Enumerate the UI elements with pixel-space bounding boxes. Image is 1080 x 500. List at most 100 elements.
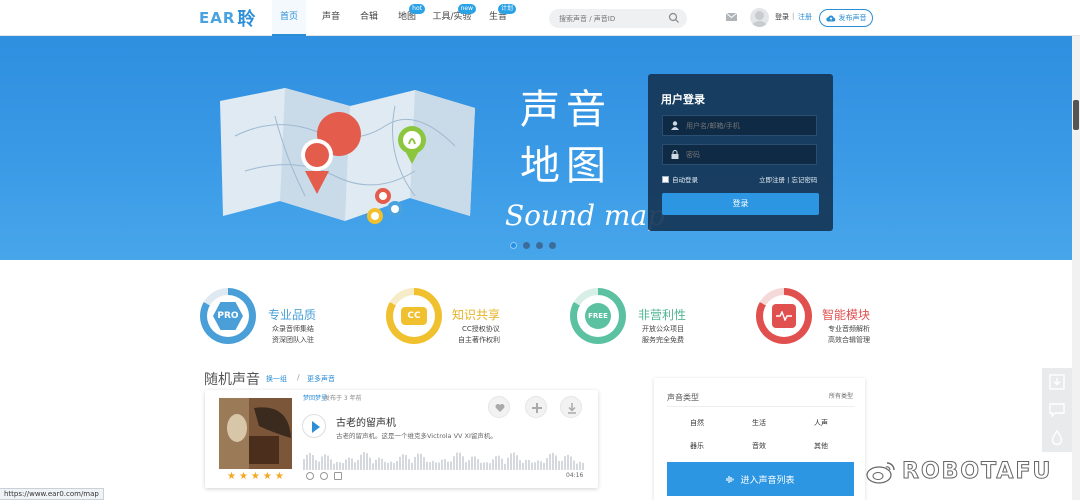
pulse-icon [776, 311, 792, 321]
username-input[interactable] [662, 115, 817, 136]
waveform-bar [501, 458, 503, 470]
watermark: ROBOTAFU [866, 459, 1052, 485]
waveform-bar [543, 462, 545, 470]
waveform-bar [429, 462, 431, 470]
lock-icon [671, 150, 679, 159]
feature-title: 知识共享 [452, 308, 501, 322]
type-item[interactable]: 其他 [814, 441, 828, 451]
waveform-bar [411, 462, 413, 470]
nav-map[interactable]: 地图 hot [388, 0, 426, 36]
new-badge: new [457, 4, 476, 14]
banner-title-line1: 声音 [520, 87, 612, 133]
waveform-bar [345, 459, 347, 470]
feature-line: 高效合辑管理 [828, 336, 870, 344]
info-icon[interactable] [306, 472, 314, 480]
type-item[interactable]: 器乐 [690, 441, 704, 451]
waveform-bar [534, 462, 536, 470]
type-item[interactable]: 音效 [752, 441, 766, 451]
waveform[interactable] [303, 450, 585, 470]
remember-me[interactable]: 自动登录 [662, 174, 698, 184]
mail-icon[interactable] [726, 13, 737, 21]
app-download-icon[interactable] [1049, 374, 1065, 390]
drop-icon[interactable] [1049, 430, 1065, 446]
carousel-dots [510, 242, 556, 249]
nav-label: 合辑 [359, 12, 378, 22]
waveform-bar [513, 452, 515, 470]
carousel-dot[interactable] [549, 242, 556, 249]
waveform-bar [366, 453, 368, 470]
sound-title[interactable]: 古老的留声机 [336, 414, 396, 429]
logo-cn: 聆 [237, 9, 256, 30]
banner-title: 声音 地图 [520, 88, 630, 188]
sound-cover-image[interactable] [219, 398, 292, 469]
slash-separator: / [297, 373, 300, 382]
refresh-link[interactable]: 换一组 [266, 374, 287, 384]
user-icon [671, 121, 679, 130]
waveform-bar [444, 459, 446, 470]
feedback-icon[interactable] [1049, 402, 1065, 418]
play-button[interactable] [302, 414, 326, 438]
scrollbar-thumb[interactable] [1073, 100, 1079, 130]
waveform-bar [408, 459, 410, 470]
password-input[interactable] [662, 144, 817, 165]
waveform-bar [489, 463, 491, 470]
register-link[interactable]: 注册 [798, 12, 812, 22]
carousel-dot[interactable] [510, 242, 517, 249]
login-submit-button[interactable]: 登录 [662, 193, 819, 215]
nav-label: 首页 [279, 12, 298, 22]
waveform-bar [393, 463, 395, 470]
star-icon: ★★★★★ [227, 471, 287, 482]
nav-collections[interactable]: 合辑 [350, 0, 388, 36]
nav-sounds[interactable]: 声音 [312, 0, 350, 36]
feature-line: 自主著作权利 [458, 336, 500, 344]
remember-checkbox[interactable] [662, 175, 669, 183]
waveform-bar [405, 454, 407, 470]
waveform-bar [582, 462, 584, 470]
waveform-bar [432, 460, 434, 470]
waveform-bar [396, 461, 398, 470]
waveform-bar [573, 460, 575, 470]
all-types-link[interactable]: 所有类型 [829, 391, 853, 400]
top-header: EAR 聆 首页 声音 合辑 地图 hot 工具/实验 new 生音 计划 搜索… [0, 0, 1080, 36]
waveform-bar [438, 462, 440, 470]
waveform-bar [327, 455, 329, 470]
enter-sound-list-button[interactable]: 进入声音列表 [667, 462, 854, 496]
waveform-bar [309, 453, 311, 470]
upload-sound-button[interactable]: 发布声音 [819, 9, 873, 27]
site-logo[interactable]: EAR 聆 [199, 6, 255, 30]
waveform-bar [486, 462, 488, 470]
carousel-dot[interactable] [536, 242, 543, 249]
carousel-dot[interactable] [523, 242, 530, 249]
type-item[interactable]: 自然 [690, 418, 704, 428]
more-sounds-link[interactable]: 更多声音 [307, 374, 335, 384]
search-input[interactable] [549, 9, 687, 28]
waveform-bar [423, 457, 425, 470]
like-button[interactable] [488, 396, 510, 418]
download-button[interactable] [560, 396, 582, 418]
login-link[interactable]: 登录 [775, 12, 789, 22]
weibo-logo-icon [866, 461, 895, 484]
volume-icon[interactable] [334, 472, 342, 480]
waveform-bar [480, 462, 482, 470]
waveform-bar [357, 459, 359, 470]
add-button[interactable] [525, 396, 547, 418]
waveform-bar [570, 456, 572, 470]
sound-duration: 04:16 [566, 472, 584, 479]
register-forgot-links[interactable]: 立即注册 | 忘记密码 [759, 174, 817, 184]
folded-map-illustration [220, 88, 475, 224]
user-avatar[interactable] [750, 8, 769, 27]
type-item[interactable]: 生活 [752, 418, 766, 428]
search-icon[interactable] [668, 12, 680, 24]
type-item[interactable]: 人声 [814, 418, 828, 428]
waveform-bar [555, 455, 557, 470]
waveform-bar [312, 454, 314, 470]
nav-tools[interactable]: 工具/实验 new [426, 0, 478, 36]
nav-home[interactable]: 首页 [272, 0, 306, 36]
sound-date: 发布于 3 年前 [324, 395, 362, 402]
nav-shengyin[interactable]: 生音 计划 [478, 0, 518, 36]
upload-label: 发布声音 [838, 14, 867, 22]
plan-badge: 计划 [497, 4, 516, 14]
loop-icon[interactable] [320, 472, 328, 480]
waveform-bar [522, 462, 524, 470]
waveform-bar [375, 459, 377, 470]
